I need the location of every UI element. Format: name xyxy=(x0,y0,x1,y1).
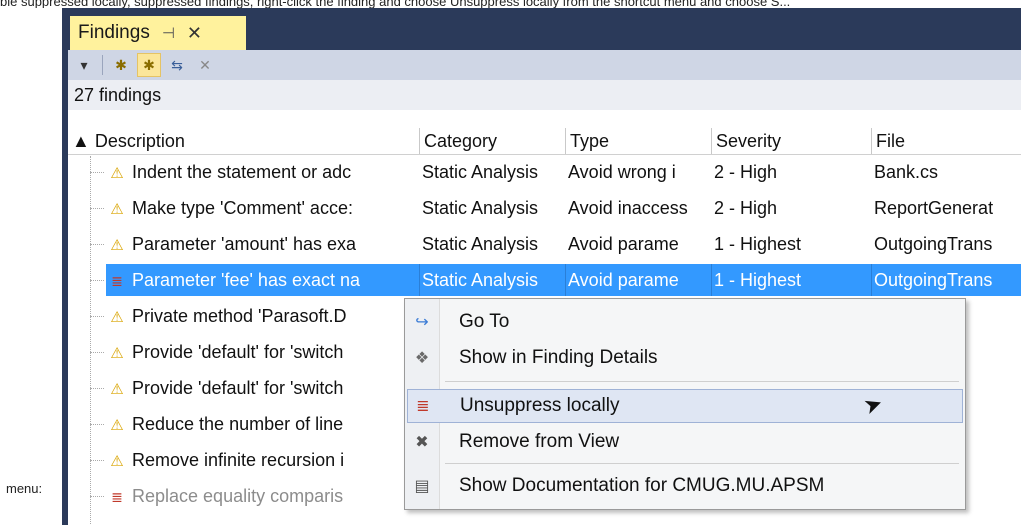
cell-description: ≣ Replace equality comparis xyxy=(106,480,420,512)
warning-icon: ⚠ xyxy=(110,237,124,254)
bug-icon[interactable]: ✱ xyxy=(109,53,133,77)
menu-item-label: Unsuppress locally xyxy=(460,395,620,416)
cell-severity: 1 - Highest xyxy=(712,264,872,296)
panel-titlebar: Findings ⊣ ✕ xyxy=(68,8,1021,50)
suppressed-icon: ≣ xyxy=(111,273,123,289)
cell-file: ReportGenerat xyxy=(874,198,994,218)
finding-description: Reduce the number of line xyxy=(132,414,344,434)
finding-description: Parameter 'fee' has exact na xyxy=(132,270,360,290)
swap-icon[interactable]: ⇆ xyxy=(165,53,189,77)
remove-icon: ✖ xyxy=(415,434,429,451)
tree-connector xyxy=(90,388,104,389)
warning-icon: ⚠ xyxy=(110,345,124,362)
finding-description: Replace equality comparis xyxy=(132,486,344,506)
column-category[interactable]: Category xyxy=(420,128,566,154)
menu-item-remove-from-view[interactable]: ✖ Remove from View xyxy=(407,425,963,459)
warning-icon: ⚠ xyxy=(110,381,124,398)
findings-count: 27 findings xyxy=(68,80,1021,110)
warning-icon: ⚠ xyxy=(110,309,124,326)
menu-item-go-to[interactable]: ↪ Go To xyxy=(407,305,963,339)
cell-description: ⚠ Remove infinite recursion i xyxy=(106,444,420,476)
tree-connector xyxy=(90,280,104,281)
tree-connector xyxy=(90,316,104,317)
menu-item-label: Show Documentation for CMUG.MU.APSM xyxy=(459,475,825,496)
menu-item-label: Remove from View xyxy=(459,431,620,452)
tab-findings[interactable]: Findings ⊣ ✕ xyxy=(70,16,246,50)
cell-file: Bank.cs xyxy=(874,162,939,182)
bug-filter-icon[interactable]: ✱ xyxy=(137,53,161,77)
tree-connector xyxy=(90,496,104,497)
close-icon[interactable]: ✕ xyxy=(187,23,202,44)
cell-description: ⚠ Parameter 'amount' has exa xyxy=(106,228,420,260)
column-description[interactable]: ▲ Description xyxy=(68,128,420,154)
column-type[interactable]: Type xyxy=(566,128,712,154)
cell-description: ⚠ Provide 'default' for 'switch xyxy=(106,336,420,368)
column-file[interactable]: File xyxy=(872,128,1021,154)
menu-item-label: Go To xyxy=(459,311,510,332)
table-header: ▲ Description Category Type Severity Fil… xyxy=(68,128,1021,155)
cell-file: OutgoingTrans xyxy=(874,234,993,254)
cell-category: Static Analysis xyxy=(422,198,539,218)
finding-description: Parameter 'amount' has exa xyxy=(132,234,356,254)
cell-description: ⚠ Indent the statement or adc xyxy=(106,156,420,188)
cell-description: ⚠ Reduce the number of line xyxy=(106,408,420,440)
documentation-icon: ▤ xyxy=(414,478,430,495)
unsuppress-icon: ≣ xyxy=(416,398,430,415)
menu-separator xyxy=(445,463,959,464)
dropdown-icon[interactable]: ▾ xyxy=(72,53,96,77)
tree-connector xyxy=(90,424,104,425)
column-severity[interactable]: Severity xyxy=(712,128,872,154)
cell-file: OutgoingTrans xyxy=(872,264,1021,296)
details-icon: ❖ xyxy=(414,350,430,367)
table-row[interactable]: ⚠ Make type 'Comment' acce: Static Analysi… xyxy=(68,192,1021,224)
finding-description: Provide 'default' for 'switch xyxy=(132,342,344,362)
toolbar-separator xyxy=(102,55,103,75)
cell-description: ⚠ Provide 'default' for 'switch xyxy=(106,372,420,404)
menu-item-show-in-finding-details[interactable]: ❖ Show in Finding Details xyxy=(407,341,963,375)
goto-icon: ↪ xyxy=(415,314,429,331)
finding-description: Provide 'default' for 'switch xyxy=(132,378,344,398)
cell-type: Avoid parame xyxy=(566,264,712,296)
finding-description: Remove infinite recursion i xyxy=(132,450,345,470)
table-row-selected[interactable]: ≣ Parameter 'fee' has exact na Static Anal… xyxy=(68,264,1021,296)
tab-title: Findings xyxy=(78,22,150,43)
hide-icon[interactable]: ✕ xyxy=(193,53,217,77)
finding-description: Private method 'Parasoft.D xyxy=(132,306,347,326)
tree-connector xyxy=(90,172,104,173)
tree-connector xyxy=(90,244,104,245)
top-instruction-text: ble suppressed locally, suppressed findi… xyxy=(0,0,791,8)
cell-severity: 1 - Highest xyxy=(714,234,802,254)
warning-icon: ⚠ xyxy=(110,201,124,218)
cell-category: Static Analysis xyxy=(422,162,539,182)
findings-toolbar: ▾ ✱ ✱ ⇆ ✕ xyxy=(68,50,1021,80)
warning-icon: ⚠ xyxy=(110,453,124,470)
cell-severity: 2 - High xyxy=(714,162,778,182)
cell-severity: 2 - High xyxy=(714,198,778,218)
menu-caption: menu: xyxy=(6,481,43,496)
cell-type: Avoid wrong i xyxy=(568,162,676,182)
tree-connector xyxy=(90,208,104,209)
warning-icon: ⚠ xyxy=(110,165,124,182)
table-row[interactable]: ⚠ Parameter 'amount' has exa Static Analys… xyxy=(68,228,1021,260)
pin-icon[interactable]: ⊣ xyxy=(162,24,175,42)
suppressed-icon: ≣ xyxy=(111,489,123,505)
cell-description: ⚠ Private method 'Parasoft.D xyxy=(106,300,420,332)
menu-item-show-documentation[interactable]: ▤ Show Documentation for CMUG.MU.APSM xyxy=(407,469,963,503)
menu-separator xyxy=(445,381,959,382)
cell-type: Avoid inaccess xyxy=(568,198,688,218)
cell-type: Avoid parame xyxy=(568,234,679,254)
finding-description: Indent the statement or adc xyxy=(132,162,352,182)
warning-icon: ⚠ xyxy=(110,417,124,434)
finding-description: Make type 'Comment' acce: xyxy=(132,198,353,218)
cell-description: ⚠ Make type 'Comment' acce: xyxy=(106,192,420,224)
cell-category: Static Analysis xyxy=(422,234,539,254)
tree-connector xyxy=(90,352,104,353)
cell-description: ≣ Parameter 'fee' has exact na xyxy=(106,264,420,296)
menu-item-label: Show in Finding Details xyxy=(459,347,658,368)
tree-connector xyxy=(90,460,104,461)
table-row[interactable]: ⚠ Indent the statement or adc Static Analy… xyxy=(68,156,1021,188)
cell-category: Static Analysis xyxy=(420,264,566,296)
